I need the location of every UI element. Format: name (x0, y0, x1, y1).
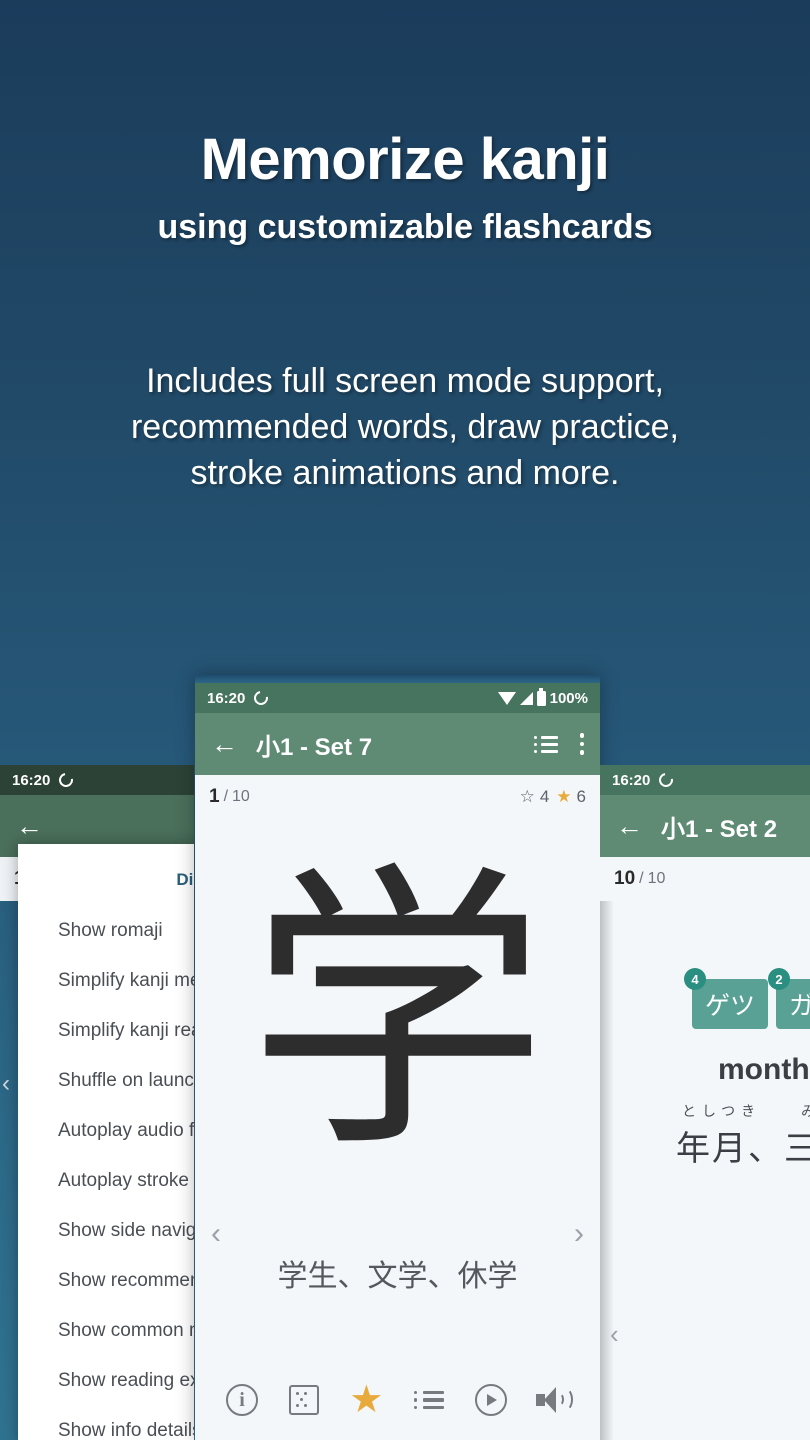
battery-level: 100% (549, 689, 588, 707)
reading-chip[interactable]: 2 ガツ (768, 968, 810, 1029)
word-list-icon[interactable] (409, 1380, 449, 1420)
furigana-line: としつき み か (682, 1104, 810, 1120)
reading-chip-label: ガツ (789, 991, 810, 1020)
more-vertical-icon[interactable] (579, 733, 584, 755)
card-counter-center: 1 / 10 ☆ 4 ★ 6 (195, 775, 600, 819)
phone-screenshot-left: 16:20 ← 1 / Display o Show romaji Simpli… (0, 765, 194, 1440)
app-bar-title: 小1 - Set 2 (661, 815, 778, 843)
counter-total: 10 (647, 870, 666, 887)
list-icon[interactable] (534, 732, 558, 757)
app-bar-title: 小1 - Set 7 (256, 733, 373, 761)
counter-current: 1 (209, 786, 220, 807)
screen-top-edge (195, 675, 600, 683)
status-time: 16:20 (12, 771, 51, 789)
setting-row[interactable]: Shuffle on launch (18, 1056, 194, 1106)
setting-row[interactable]: Show info details by (18, 1406, 194, 1440)
back-icon[interactable]: ← (16, 812, 43, 840)
side-nav-prev-icon[interactable]: ‹ (610, 1319, 619, 1350)
body-line-3: stroke animations and more. (190, 454, 620, 492)
page-title: Memorize kanji (200, 127, 610, 192)
example-words-line: 年月、三日月 (676, 1129, 810, 1169)
app-bar-right: ← 小1 - Set 2 (600, 795, 810, 857)
ring-icon (56, 770, 77, 790)
counter-separator: / (223, 788, 229, 805)
setting-row[interactable]: Show common mista (18, 1306, 194, 1356)
learned-count: 6 (576, 787, 586, 806)
bottom-toolbar: i ★ (195, 1360, 600, 1440)
status-time: 16:20 (612, 771, 651, 789)
setting-row[interactable]: Simplify kanji reading (18, 1006, 194, 1056)
kanji-meaning: month, m (718, 1053, 810, 1086)
ring-icon (656, 770, 677, 790)
info-icon[interactable]: i (222, 1380, 262, 1420)
wifi-icon (497, 691, 516, 705)
page-subtitle: using customizable flashcards (157, 208, 653, 246)
side-nav-prev-icon[interactable]: ‹ (2, 1070, 10, 1098)
status-time: 16:20 (207, 689, 246, 707)
back-icon[interactable]: ← (211, 730, 238, 758)
card-counter-right: 10 / 10 (600, 857, 810, 901)
reading-count-badge: 4 (684, 968, 706, 990)
unlearned-count-group[interactable]: ☆ 4 (520, 787, 550, 807)
flashcard-area[interactable]: 学 学生、文学、休学 ‹ › (195, 819, 600, 1379)
battery-icon (536, 687, 546, 706)
star-filled-icon: ★ (556, 787, 572, 806)
reading-chip-label: ゲツ (705, 991, 756, 1020)
setting-row[interactable]: Show reading exampl (18, 1356, 194, 1406)
reading-examples: としつき み か 年月、三日月 (600, 1087, 810, 1170)
back-icon[interactable]: ← (616, 812, 643, 840)
setting-row[interactable]: Autoplay stroke anim (18, 1156, 194, 1206)
status-bar-center: 16:20 100% (195, 683, 600, 713)
audio-volume-icon[interactable] (533, 1380, 573, 1420)
counter-total: 10 (232, 788, 250, 805)
play-animation-icon[interactable] (471, 1380, 511, 1420)
setting-row[interactable]: Show recommended (18, 1256, 194, 1306)
prev-card-icon[interactable]: ‹ (211, 1217, 221, 1251)
counter-current: 10 (614, 868, 636, 889)
kanji-character: 学 (247, 839, 548, 1188)
reading-count-badge: 2 (768, 968, 791, 990)
counter-separator: / (639, 870, 644, 887)
reading-chip-list: 4 ゲツ 2 ガツ (600, 907, 810, 1029)
setting-row[interactable]: Simplify kanji meanin (18, 956, 194, 1006)
star-filled-icon[interactable]: ★ (346, 1380, 386, 1420)
unlearned-count: 4 (539, 787, 550, 806)
setting-row[interactable]: Show romaji (18, 906, 194, 956)
star-counts: ☆ 4 ★ 6 (520, 787, 586, 807)
signal-icon (519, 691, 533, 705)
reading-chip[interactable]: 4 ゲツ (684, 968, 769, 1029)
star-outline-icon: ☆ (519, 787, 535, 806)
phone-screenshot-center: 16:20 100% ← 小1 - Set 7 1 / 10 ☆ 4 ★ 6 学… (195, 675, 600, 1440)
kanji-example-words: 学生、文学、休学 (277, 1259, 518, 1294)
status-bar-right: 16:20 (600, 765, 810, 795)
app-bar-center: ← 小1 - Set 7 (195, 713, 600, 775)
setting-row[interactable]: Show side navigation (18, 1206, 194, 1256)
body-line-2: recommended words, draw practice, (130, 408, 679, 446)
learned-count-group[interactable]: ★ 6 (556, 787, 586, 807)
next-card-icon[interactable]: › (574, 1217, 584, 1251)
body-line-1: Includes full screen mode support, (146, 362, 664, 400)
status-bar-left: 16:20 (0, 765, 194, 795)
phone-screenshot-right: 16:20 ← 小1 - Set 2 10 / 10 4 ゲツ 2 ガツ (600, 765, 810, 1440)
setting-row[interactable]: Autoplay audio for rea (18, 1106, 194, 1156)
ring-icon (251, 688, 272, 708)
display-options-sheet: Display o Show romaji Simplify kanji mea… (18, 844, 194, 1440)
reading-detail-area: 4 ゲツ 2 ガツ month, m としつき み か 年月、三日月 ‹ (600, 901, 810, 1440)
section-header-display: Display o (176, 870, 194, 889)
page-body-text: Includes full screen mode support, recom… (0, 358, 810, 496)
draw-practice-icon[interactable] (284, 1380, 324, 1420)
